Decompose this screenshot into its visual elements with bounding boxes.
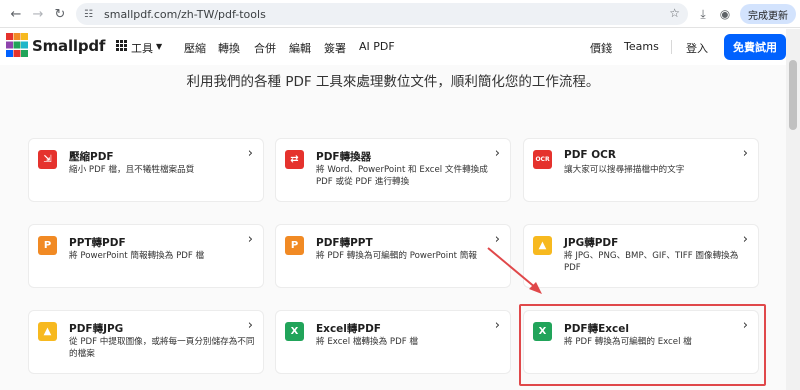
image-icon: ▲ — [38, 322, 57, 341]
powerpoint-icon: P — [38, 236, 57, 255]
forward-arrow-icon[interactable]: → — [28, 4, 48, 24]
nav-convert[interactable]: 轉換 — [218, 40, 240, 56]
chevron-right-icon: › — [247, 146, 253, 161]
nav-ai-pdf[interactable]: AI PDF — [359, 40, 395, 53]
convert-icon: ⇄ — [285, 150, 304, 169]
back-arrow-icon[interactable]: ← — [6, 4, 26, 24]
brand-name[interactable]: Smallpdf — [32, 37, 105, 55]
header-divider — [671, 40, 672, 54]
browser-window: ← → ↻ ☷ smallpdf.com/zh-TW/pdf-tools ☆ ⤓… — [0, 0, 800, 390]
update-button[interactable]: 完成更新 — [740, 4, 796, 24]
tool-card-compress-pdf[interactable]: ⇲ 壓縮PDF 縮小 PDF 檔，且不犧牲檔案品質 › — [28, 138, 264, 202]
tool-card-desc: 縮小 PDF 檔，且不犧牲檔案品質 — [69, 165, 195, 175]
highlight-box — [519, 304, 766, 386]
chevron-right-icon: › — [494, 146, 500, 161]
tool-card-pdf-converter[interactable]: ⇄ PDF轉換器 將 Word、PowerPoint 和 Excel 文件轉換成… — [275, 138, 511, 202]
tool-card-pdf-to-ppt[interactable]: P PDF轉PPT 將 PDF 轉換為可編輯的 PowerPoint 簡報 › — [275, 224, 511, 288]
chevron-right-icon: › — [247, 318, 253, 333]
nav-tools[interactable]: 工具 — [131, 40, 153, 56]
ocr-icon: OCR — [533, 150, 552, 169]
chevron-right-icon: › — [742, 232, 748, 247]
chevron-right-icon: › — [742, 146, 748, 161]
free-trial-button[interactable]: 免費試用 — [724, 34, 786, 60]
tool-card-desc: 從 PDF 中提取圖像，或將每一頁分別儲存為不同的檔案 — [69, 337, 255, 359]
compress-icon: ⇲ — [38, 150, 57, 169]
site-header: Smallpdf 工具 ▼ 壓縮 轉換 合併 編輯 簽署 AI PDF 價錢 T… — [0, 29, 786, 65]
tool-card-excel-to-pdf[interactable]: X Excel轉PDF 將 Excel 檔轉換為 PDF 檔 › — [275, 310, 511, 374]
nav-sign[interactable]: 簽署 — [324, 40, 346, 56]
tool-card-title: 壓縮PDF — [69, 151, 114, 163]
powerpoint-icon: P — [285, 236, 304, 255]
profile-icon[interactable]: ◉ — [716, 5, 734, 23]
scrollbar-thumb[interactable] — [789, 60, 797, 130]
tool-card-desc: 將 Excel 檔轉換為 PDF 檔 — [316, 337, 418, 347]
tool-card-title: PPT轉PDF — [69, 237, 126, 249]
nav-pricing[interactable]: 價錢 — [590, 40, 612, 56]
tool-card-pdf-to-jpg[interactable]: ▲ PDF轉JPG 從 PDF 中提取圖像，或將每一頁分別儲存為不同的檔案 › — [28, 310, 264, 374]
tool-card-title: PDF轉換器 — [316, 151, 372, 163]
tool-card-title: Excel轉PDF — [316, 323, 381, 335]
nav-edit[interactable]: 編輯 — [289, 40, 311, 56]
bookmark-star-icon[interactable]: ☆ — [669, 6, 680, 20]
excel-icon: X — [285, 322, 304, 341]
url-text[interactable]: smallpdf.com/zh-TW/pdf-tools — [104, 8, 266, 21]
chevron-down-icon[interactable]: ▼ — [156, 42, 162, 51]
tool-card-title: PDF轉JPG — [69, 323, 124, 335]
browser-toolbar: ← → ↻ ☷ smallpdf.com/zh-TW/pdf-tools ☆ ⤓… — [0, 0, 800, 28]
download-icon[interactable]: ⤓ — [694, 5, 712, 23]
tool-card-desc: 將 JPG、PNG、BMP、GIF、TIFF 圖像轉換為 PDF — [564, 251, 739, 273]
tool-card-desc: 將 PDF 轉換為可編輯的 PowerPoint 簡報 — [316, 251, 477, 261]
chevron-right-icon: › — [247, 232, 253, 247]
login-link[interactable]: 登入 — [686, 40, 708, 56]
smallpdf-logo-icon[interactable] — [6, 33, 28, 57]
site-settings-icon[interactable]: ☷ — [84, 9, 98, 20]
tool-card-title: PDF轉PPT — [316, 237, 373, 249]
tool-card-desc: 讓大家可以搜尋掃描檔中的文字 — [564, 165, 685, 175]
page-headline: 利用我們的各種 PDF 工具來處理數位文件，順利簡化您的工作流程。 — [186, 74, 600, 90]
tool-card-desc: 將 Word、PowerPoint 和 Excel 文件轉換成 PDF 或從 P… — [316, 165, 488, 187]
address-bar[interactable]: ☷ smallpdf.com/zh-TW/pdf-tools ☆ — [76, 3, 688, 25]
nav-merge[interactable]: 合併 — [254, 40, 276, 56]
nav-teams[interactable]: Teams — [624, 40, 659, 53]
chevron-right-icon: › — [494, 318, 500, 333]
reload-icon[interactable]: ↻ — [50, 4, 70, 24]
tool-card-title: PDF OCR — [564, 149, 616, 161]
tool-card-ppt-to-pdf[interactable]: P PPT轉PDF 將 PowerPoint 簡報轉換為 PDF 檔 › — [28, 224, 264, 288]
tool-card-pdf-ocr[interactable]: OCR PDF OCR 讓大家可以搜尋掃描檔中的文字 › — [523, 138, 759, 202]
tool-card-title: JPG轉PDF — [564, 237, 619, 249]
tools-grid-icon[interactable] — [116, 40, 127, 51]
nav-compress[interactable]: 壓縮 — [184, 40, 206, 56]
annotation-arrow-icon — [487, 247, 542, 294]
tool-card-jpg-to-pdf[interactable]: ▲ JPG轉PDF 將 JPG、PNG、BMP、GIF、TIFF 圖像轉換為 P… — [523, 224, 759, 288]
tool-card-desc: 將 PowerPoint 簡報轉換為 PDF 檔 — [69, 251, 205, 261]
